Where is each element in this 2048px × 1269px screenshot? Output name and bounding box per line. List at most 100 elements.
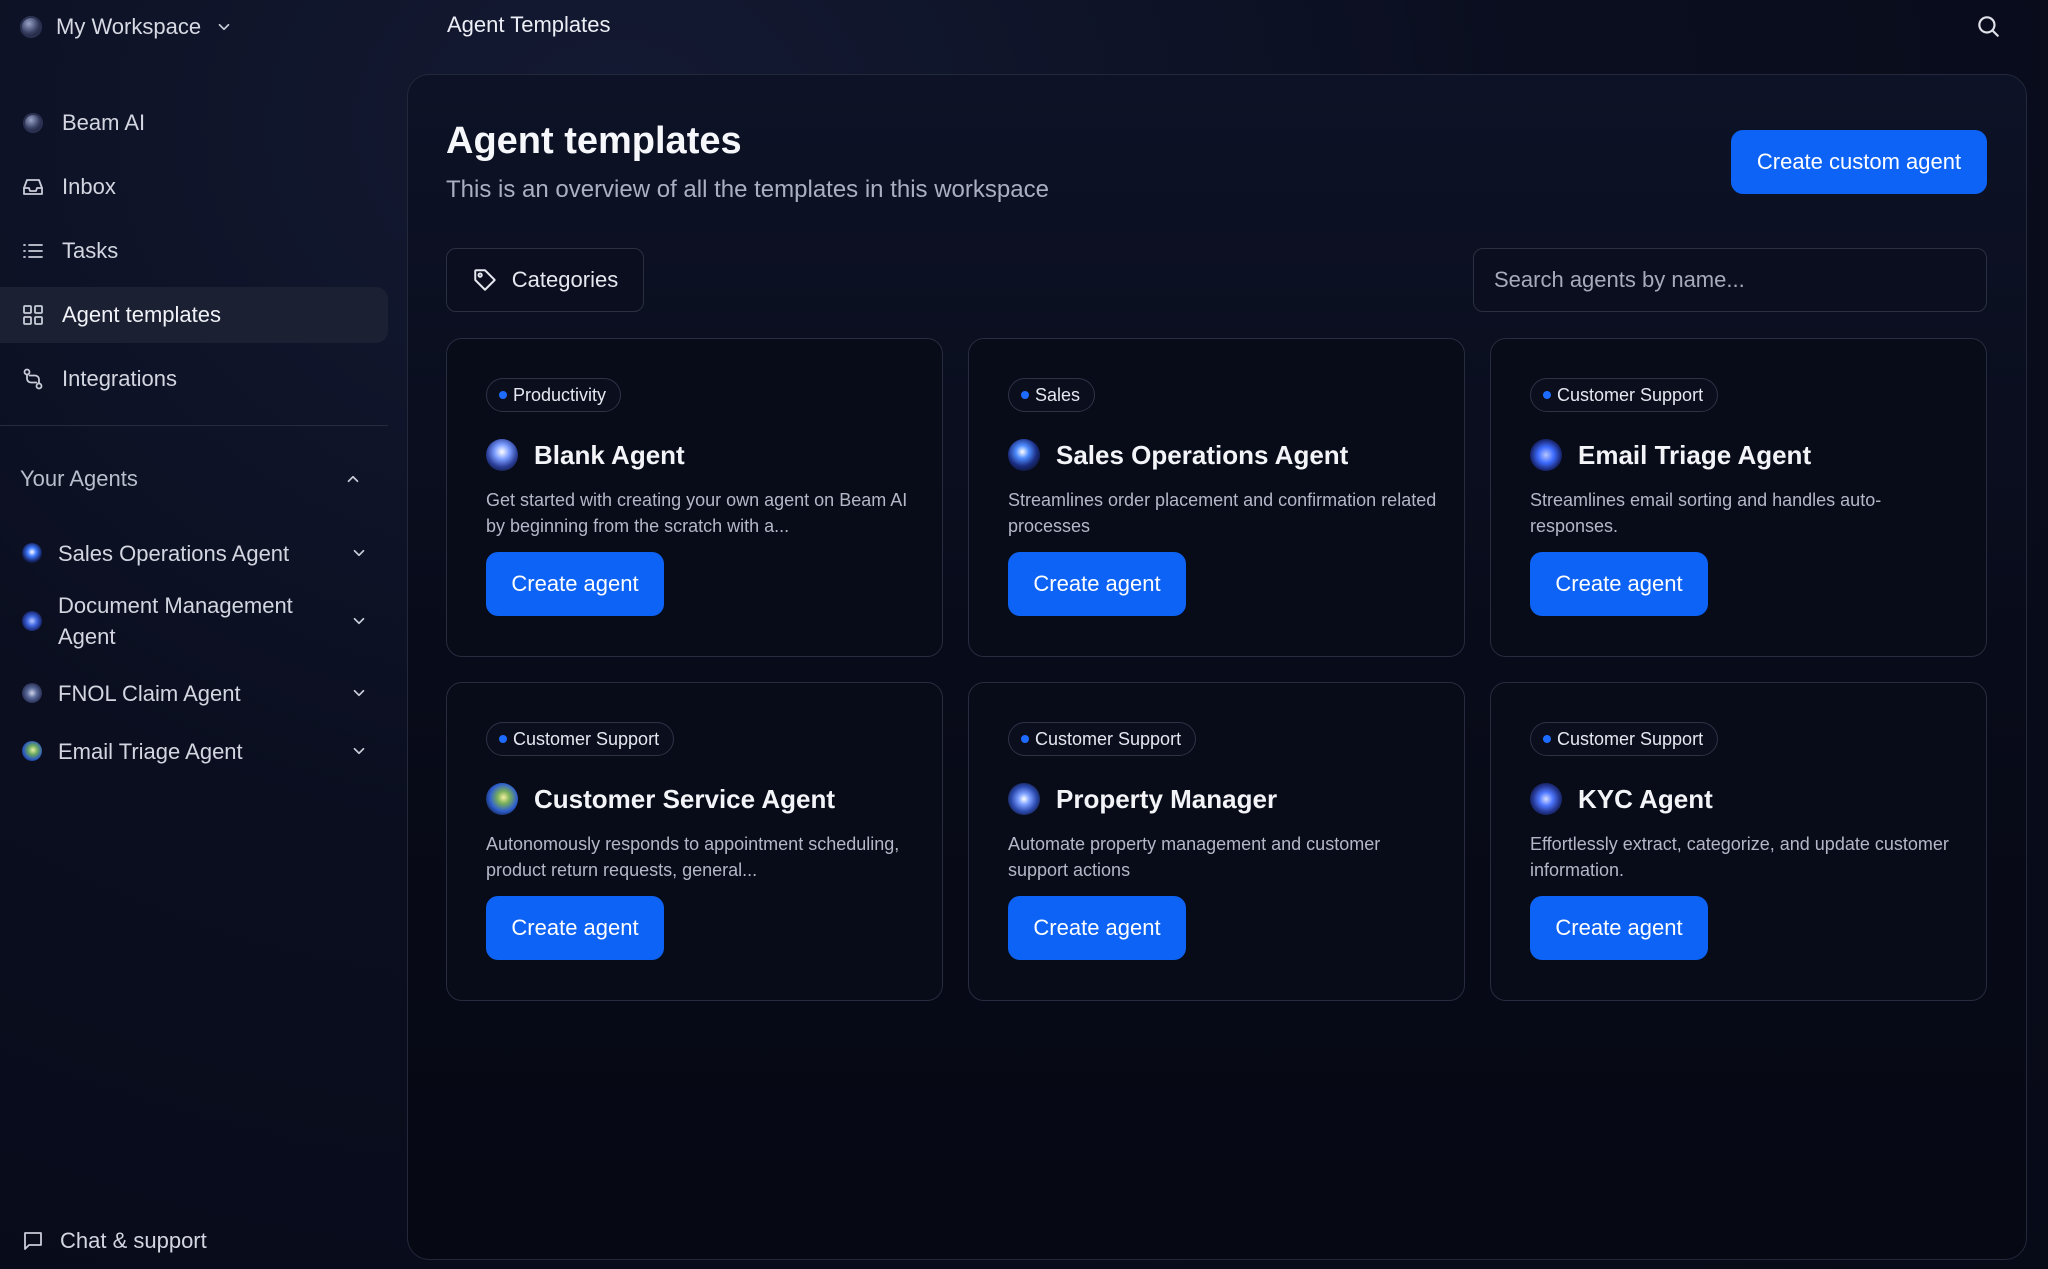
- create-agent-button[interactable]: Create agent: [1530, 552, 1708, 616]
- card-description: Streamlines order placement and confirma…: [1008, 490, 1437, 536]
- card-title: Property Manager: [1008, 783, 1277, 815]
- card-title-text: Customer Service Agent: [534, 783, 836, 814]
- sidebar: My Workspace Beam AI Inbox Tasks Agent t…: [0, 0, 388, 1269]
- category-label: Productivity: [513, 384, 607, 405]
- sidebar-agent-label: FNOL Claim Agent: [58, 680, 241, 706]
- integrations-icon: [20, 366, 46, 392]
- card-title: Blank Agent: [486, 439, 685, 471]
- agent-avatar-icon: [1008, 439, 1040, 471]
- category-badge: Customer Support: [1008, 722, 1197, 756]
- sidebar-agent-sales-operations[interactable]: Sales Operations Agent: [0, 528, 388, 578]
- tag-icon: [472, 267, 498, 293]
- app-window: My Workspace Beam AI Inbox Tasks Agent t…: [0, 0, 2048, 1269]
- search-agents-input[interactable]: [1473, 248, 1987, 312]
- agent-avatar-icon: [1530, 439, 1562, 471]
- card-title: Customer Service Agent: [486, 783, 835, 815]
- sidebar-agent-label: Sales Operations Agent: [58, 540, 290, 566]
- agent-avatar-icon: [22, 683, 42, 703]
- badge-dot: [499, 391, 507, 399]
- chat-support-link[interactable]: Chat & support: [20, 1228, 207, 1254]
- nav-item-label: Agent templates: [62, 302, 221, 327]
- category-badge: Customer Support: [486, 722, 675, 756]
- page-header-title: Agent Templates: [447, 12, 611, 37]
- card-title-text: Property Manager: [1056, 783, 1278, 814]
- chevron-down-icon: [215, 18, 233, 36]
- agent-avatar-icon: [1530, 783, 1562, 815]
- badge-dot: [1543, 735, 1551, 743]
- template-card-sales-operations-agent: Sales Sales Operations Agent Streamlines…: [968, 338, 1465, 657]
- agent-avatar-icon: [22, 543, 42, 563]
- sidebar-agent-document-management[interactable]: Document Management Agent: [0, 584, 388, 658]
- badge-dot: [1543, 391, 1551, 399]
- chevron-down-icon[interactable]: [350, 544, 368, 562]
- category-label: Customer Support: [1557, 384, 1704, 405]
- create-agent-button[interactable]: Create agent: [486, 896, 664, 960]
- nav-item-tasks[interactable]: Tasks: [0, 223, 388, 279]
- grid-icon: [20, 302, 46, 328]
- chat-bubble-icon: [20, 1228, 46, 1254]
- badge-dot: [1021, 735, 1029, 743]
- chevron-down-icon[interactable]: [350, 742, 368, 760]
- chevron-down-icon[interactable]: [350, 612, 368, 630]
- page-title: Agent templates: [446, 120, 742, 162]
- your-agents-header[interactable]: Your Agents: [20, 466, 362, 492]
- sidebar-agent-email-triage[interactable]: Email Triage Agent: [0, 726, 388, 776]
- create-custom-agent-button[interactable]: Create custom agent: [1731, 130, 1987, 194]
- nav-item-label: Integrations: [62, 366, 177, 391]
- card-description: Streamlines email sorting and handles au…: [1530, 490, 1882, 536]
- card-title: Sales Operations Agent: [1008, 439, 1348, 471]
- create-agent-button[interactable]: Create agent: [1008, 896, 1186, 960]
- agent-avatar-icon: [1008, 783, 1040, 815]
- beam-logo-icon: [20, 110, 46, 136]
- create-agent-button[interactable]: Create agent: [486, 552, 664, 616]
- nav-item-label: Inbox: [62, 174, 116, 199]
- card-title: Email Triage Agent: [1530, 439, 1811, 471]
- workspace-name: My Workspace: [56, 14, 202, 39]
- category-badge: Customer Support: [1530, 722, 1719, 756]
- nav-item-label: Tasks: [62, 238, 119, 263]
- chevron-up-icon: [344, 470, 362, 488]
- nav-item-agent-templates[interactable]: Agent templates: [0, 287, 388, 343]
- card-title-text: Email Triage Agent: [1578, 439, 1812, 470]
- primary-nav: Beam AI Inbox Tasks Agent templates Inte…: [0, 95, 388, 415]
- card-title-text: KYC Agent: [1578, 783, 1713, 814]
- inbox-icon: [20, 174, 46, 200]
- chat-support-label: Chat & support: [60, 1228, 207, 1253]
- badge-dot: [499, 735, 507, 743]
- your-agents-list: Sales Operations Agent Document Manageme…: [0, 528, 388, 776]
- workspace-switcher[interactable]: My Workspace: [20, 12, 233, 42]
- agent-avatar-icon: [22, 741, 42, 761]
- agent-avatar-icon: [486, 783, 518, 815]
- template-card-blank-agent: Productivity Blank Agent Get started wit…: [446, 338, 943, 657]
- chevron-down-icon[interactable]: [350, 684, 368, 702]
- search-icon[interactable]: [1974, 12, 2002, 40]
- sidebar-agent-label: Document Management Agent: [58, 593, 293, 649]
- badge-dot: [1021, 391, 1029, 399]
- create-agent-button[interactable]: Create agent: [1530, 896, 1708, 960]
- list-icon: [20, 238, 46, 264]
- category-badge: Sales: [1008, 378, 1096, 412]
- card-title-text: Sales Operations Agent: [1056, 439, 1349, 470]
- category-badge: Customer Support: [1530, 378, 1719, 412]
- card-description: Effortlessly extract, categorize, and up…: [1530, 834, 1949, 880]
- card-title-text: Blank Agent: [534, 439, 685, 470]
- template-card-kyc-agent: Customer Support KYC Agent Effortlessly …: [1490, 682, 1987, 1001]
- agent-avatar-icon: [486, 439, 518, 471]
- nav-item-integrations[interactable]: Integrations: [0, 351, 388, 407]
- card-title: KYC Agent: [1530, 783, 1713, 815]
- create-agent-button[interactable]: Create agent: [1008, 552, 1186, 616]
- categories-label: Categories: [511, 267, 619, 292]
- categories-filter-button[interactable]: Categories: [446, 248, 644, 312]
- category-label: Customer Support: [1035, 728, 1182, 749]
- workspace-logo-icon: [20, 16, 42, 38]
- sidebar-agent-label: Email Triage Agent: [58, 738, 243, 764]
- nav-item-inbox[interactable]: Inbox: [0, 159, 388, 215]
- card-description: Get started with creating your own agent…: [486, 490, 908, 536]
- template-card-customer-service-agent: Customer Support Customer Service Agent …: [446, 682, 943, 1001]
- sidebar-agent-fnol-claim[interactable]: FNOL Claim Agent: [0, 668, 388, 718]
- page-subtitle: This is an overview of all the templates…: [446, 176, 1049, 203]
- nav-item-beam-ai[interactable]: Beam AI: [0, 95, 388, 151]
- template-card-email-triage-agent: Customer Support Email Triage Agent Stre…: [1490, 338, 1987, 657]
- category-label: Sales: [1035, 384, 1081, 405]
- card-description: Autonomously responds to appointment sch…: [486, 834, 900, 880]
